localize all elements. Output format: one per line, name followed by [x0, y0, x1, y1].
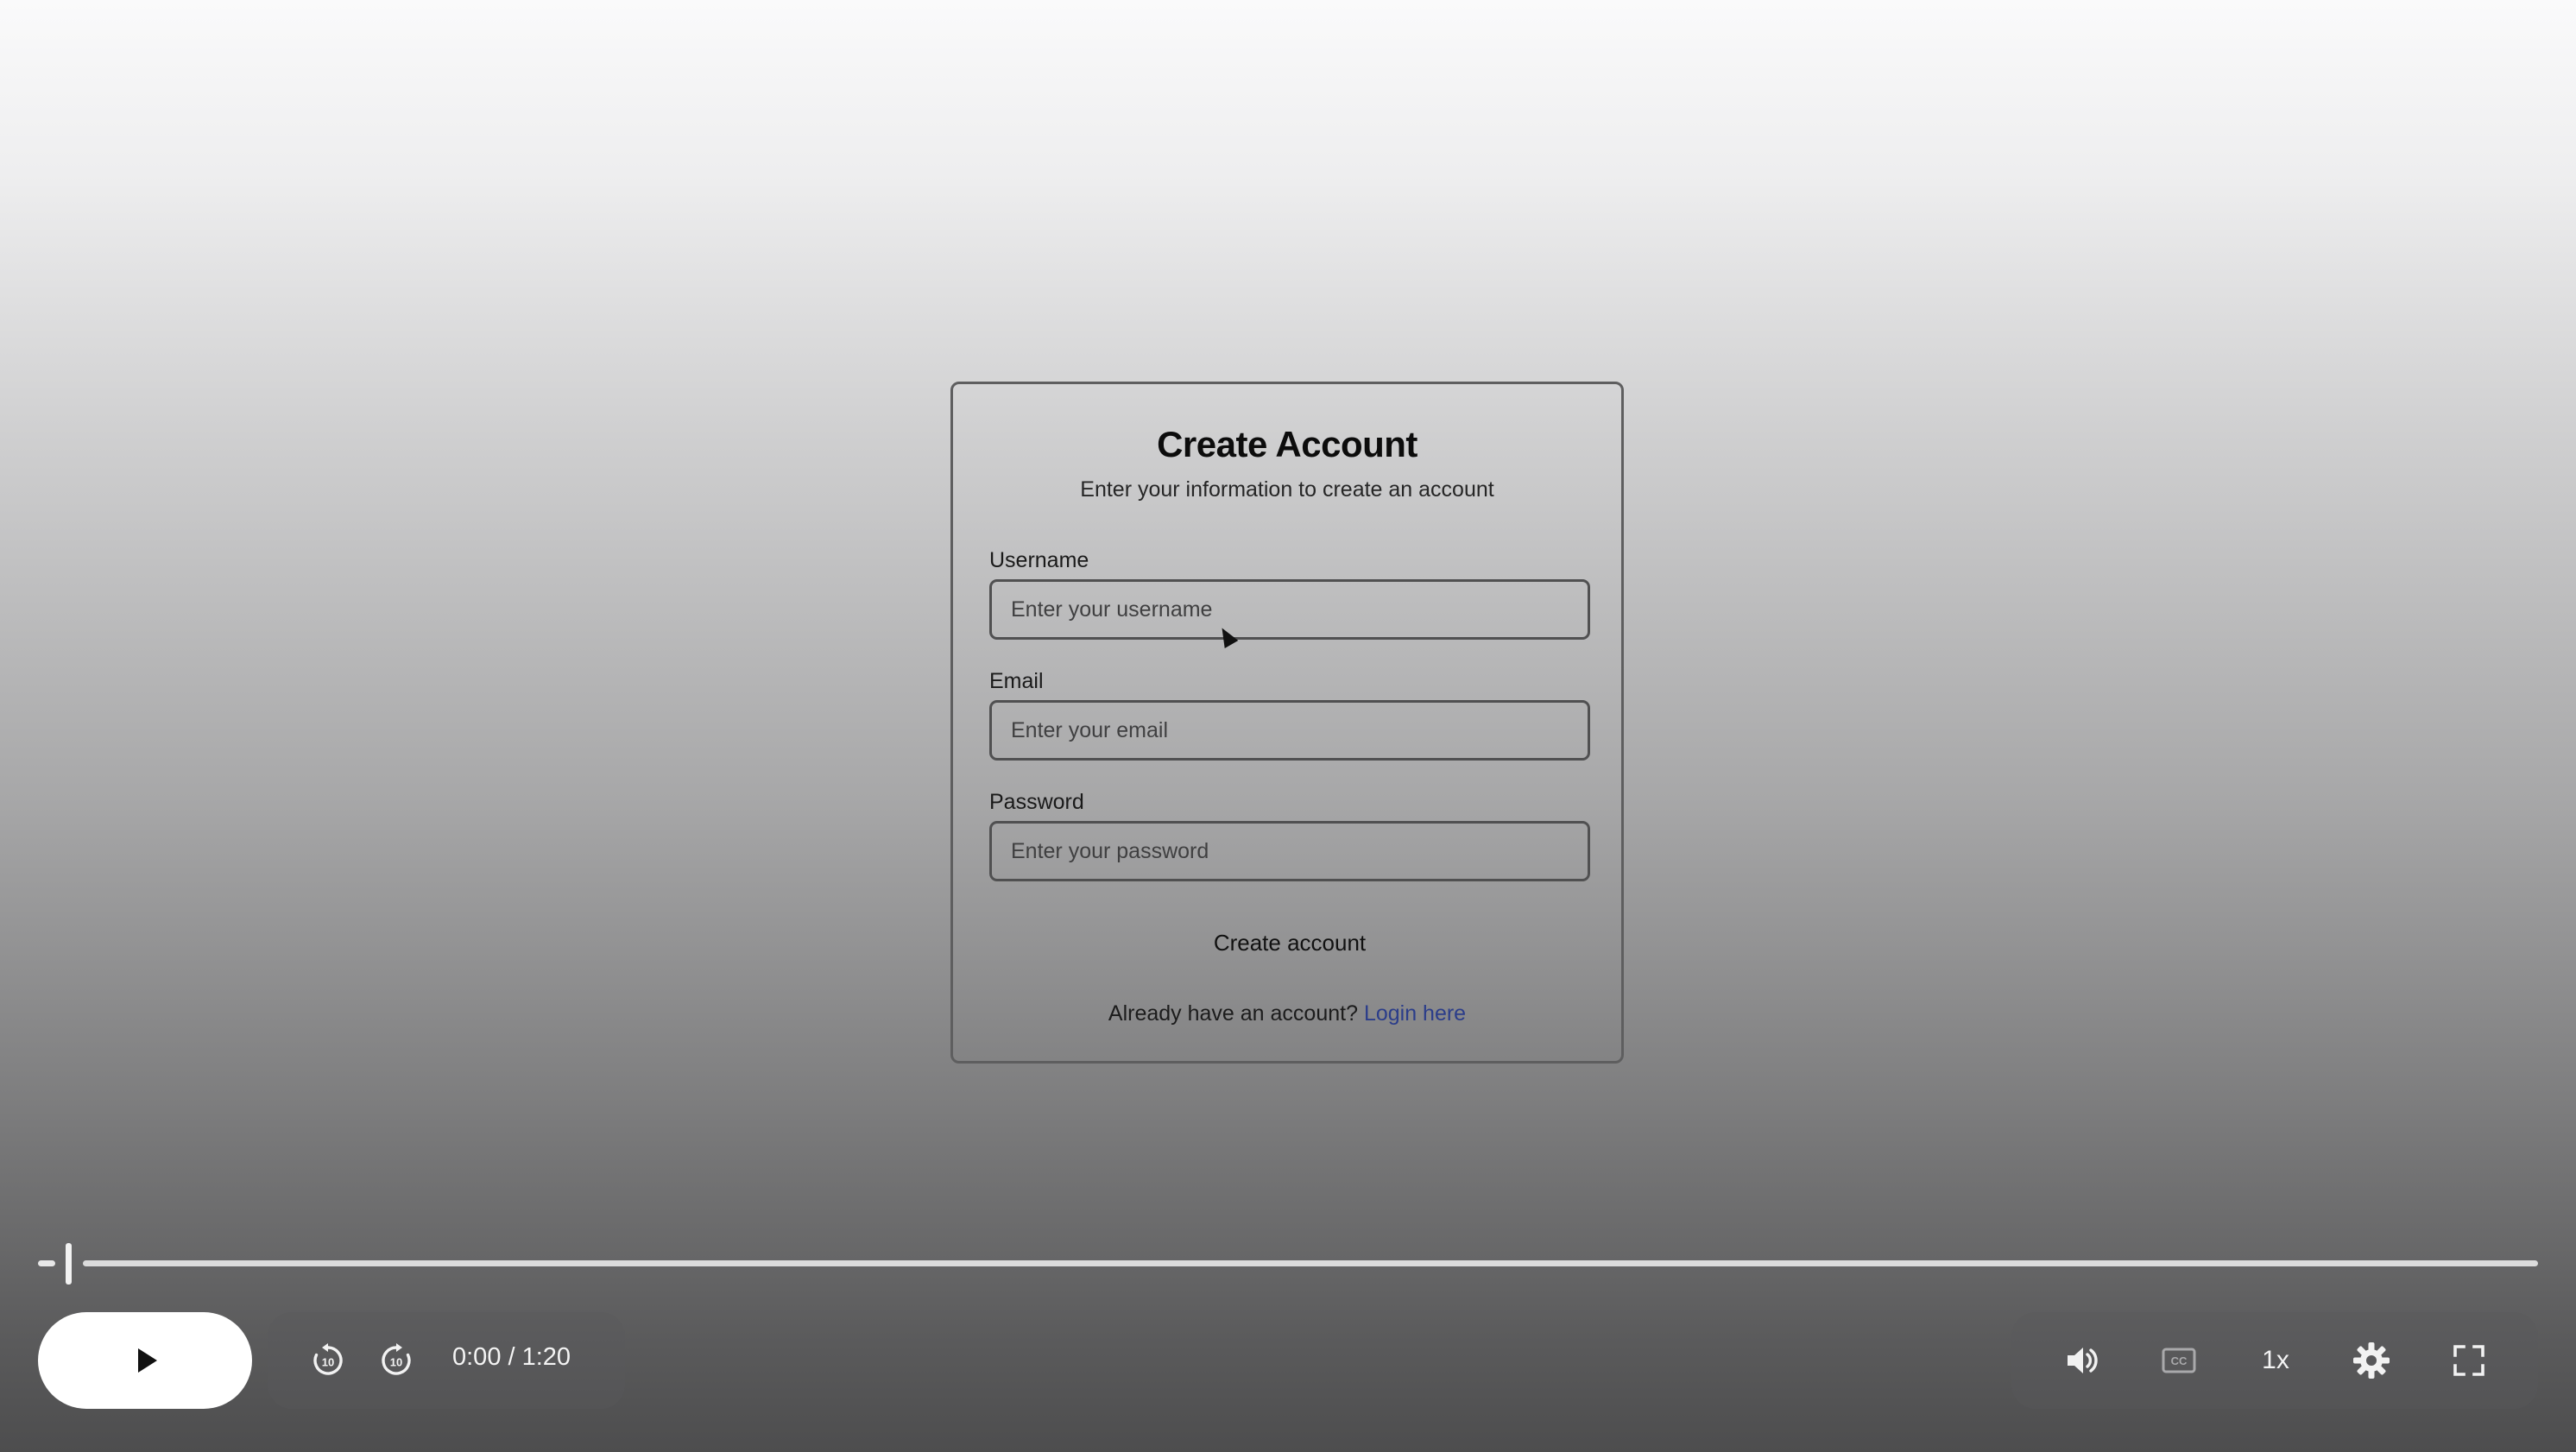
captions-button[interactable]: CC	[2153, 1335, 2205, 1386]
forward-10-button[interactable]: 10	[370, 1335, 422, 1386]
captions-icon: CC	[2162, 1348, 2196, 1373]
progress-bar[interactable]	[83, 1260, 2538, 1266]
email-label: Email	[989, 669, 1044, 693]
username-label: Username	[989, 548, 1089, 572]
svg-text:10: 10	[390, 1356, 402, 1369]
rewind-10-icon: 10	[313, 1343, 343, 1375]
create-account-card: Create Account Enter your information to…	[950, 382, 1624, 1064]
speed-label: 1x	[2262, 1346, 2289, 1374]
play-button[interactable]	[38, 1312, 252, 1409]
username-input[interactable]	[989, 579, 1590, 640]
rewind-10-button[interactable]: 10	[302, 1335, 354, 1386]
progress-played	[38, 1260, 55, 1266]
fullscreen-icon	[2453, 1345, 2484, 1376]
password-label: Password	[989, 790, 1084, 814]
email-input[interactable]	[989, 700, 1590, 761]
fullscreen-button[interactable]	[2443, 1335, 2495, 1386]
page-subtitle: Enter your information to create an acco…	[1080, 477, 1494, 502]
password-input[interactable]	[989, 821, 1590, 881]
svg-text:CC: CC	[2171, 1354, 2188, 1367]
login-prompt-row: Already have an account? Login here	[953, 1001, 1621, 1026]
create-account-button[interactable]: Create account	[989, 921, 1590, 964]
time-display: 0:00 / 1:20	[452, 1343, 571, 1371]
svg-text:10: 10	[322, 1356, 334, 1369]
forward-10-icon: 10	[382, 1343, 411, 1375]
page-title: Create Account	[1157, 424, 1417, 464]
play-icon	[138, 1348, 157, 1373]
volume-icon	[2068, 1348, 2098, 1373]
gear-icon	[2353, 1342, 2390, 1379]
volume-button[interactable]	[2055, 1335, 2107, 1386]
speed-button[interactable]: 1x	[2250, 1335, 2301, 1386]
login-prompt-text: Already have an account?	[1108, 1001, 1358, 1026]
settings-button[interactable]	[2346, 1335, 2397, 1386]
progress-handle[interactable]	[66, 1243, 72, 1285]
login-link[interactable]: Login here	[1364, 1001, 1466, 1026]
video-frame: Create Account Enter your information to…	[0, 0, 2576, 1452]
